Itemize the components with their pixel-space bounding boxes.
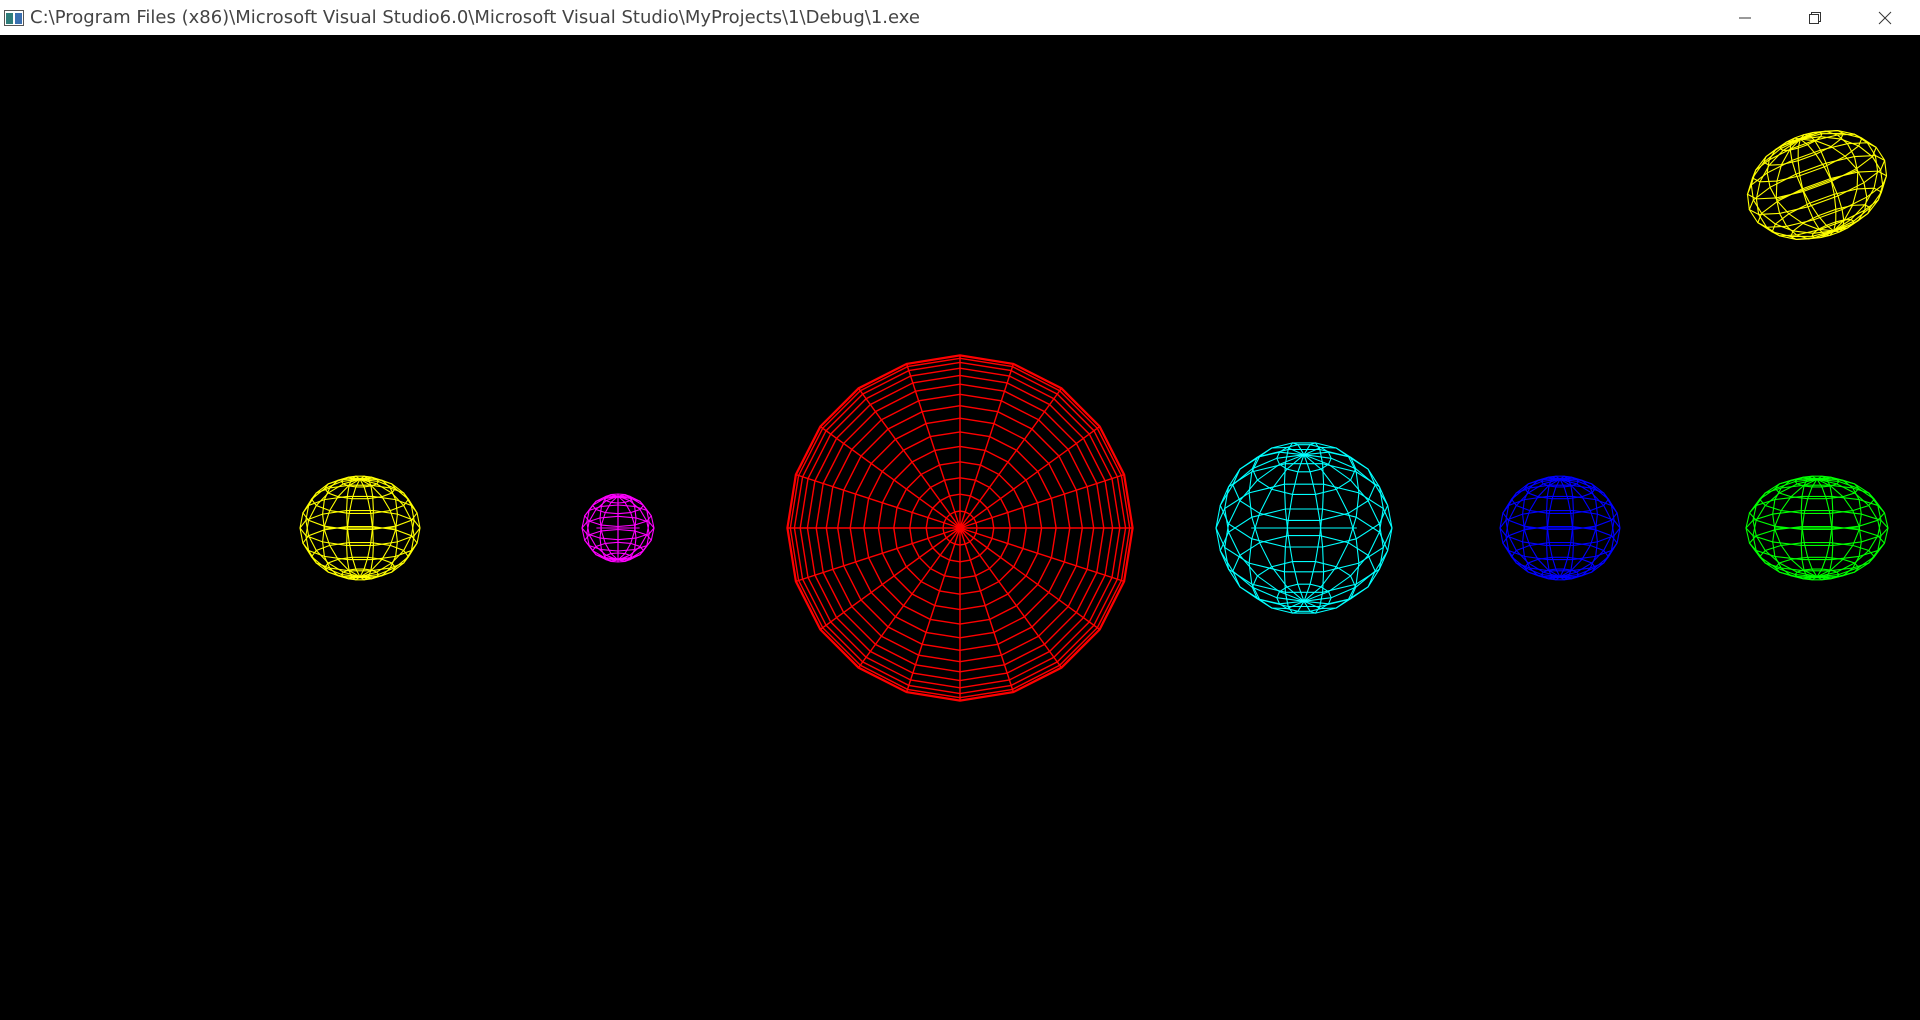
- longitude-spoke: [959, 527, 1101, 631]
- meridian-line: [1283, 454, 1305, 614]
- longitude-spoke: [857, 387, 961, 529]
- minimize-icon: [1739, 17, 1751, 18]
- restore-button[interactable]: [1780, 0, 1850, 35]
- title-bar[interactable]: C:\Program Files (x86)\Microsoft Visual …: [0, 0, 1920, 35]
- planet-1-wireframe: [299, 475, 421, 581]
- restore-icon: [1809, 11, 1821, 24]
- meridian-line: [1303, 442, 1325, 602]
- latitude-line: [1219, 508, 1389, 593]
- planet-4-wireframe: [1499, 475, 1621, 581]
- longitude-spoke: [857, 527, 961, 669]
- sun-wireframe: [786, 354, 1134, 702]
- close-icon: [1878, 11, 1892, 24]
- console-app-icon: [4, 9, 24, 26]
- window-title: C:\Program Files (x86)\Microsoft Visual …: [30, 7, 920, 28]
- close-button[interactable]: [1850, 0, 1920, 35]
- longitude-spoke: [819, 425, 961, 529]
- meridian-line: [1283, 442, 1305, 602]
- planet-3-wireframe: [1215, 442, 1393, 614]
- axis-line: [1776, 169, 1858, 201]
- opengl-scene: [299, 129, 1889, 702]
- caption-buttons: [1710, 0, 1920, 35]
- meridian-line: [1303, 454, 1325, 614]
- longitude-spoke: [819, 527, 961, 631]
- app-window: C:\Program Files (x86)\Microsoft Visual …: [0, 0, 1920, 1020]
- planet-2-wireframe: [581, 493, 655, 563]
- longitude-spoke: [959, 387, 1063, 529]
- latitude-line: [1232, 535, 1376, 608]
- longitude-spoke: [959, 527, 1063, 669]
- render-viewport[interactable]: [0, 35, 1920, 1020]
- longitude-spoke: [959, 425, 1101, 529]
- planet-5-wireframe: [1745, 475, 1889, 581]
- minimize-button[interactable]: [1710, 0, 1780, 35]
- latitude-line: [1232, 448, 1376, 521]
- latitude-line: [1219, 463, 1389, 548]
- planet-6-wireframe: [1746, 129, 1888, 241]
